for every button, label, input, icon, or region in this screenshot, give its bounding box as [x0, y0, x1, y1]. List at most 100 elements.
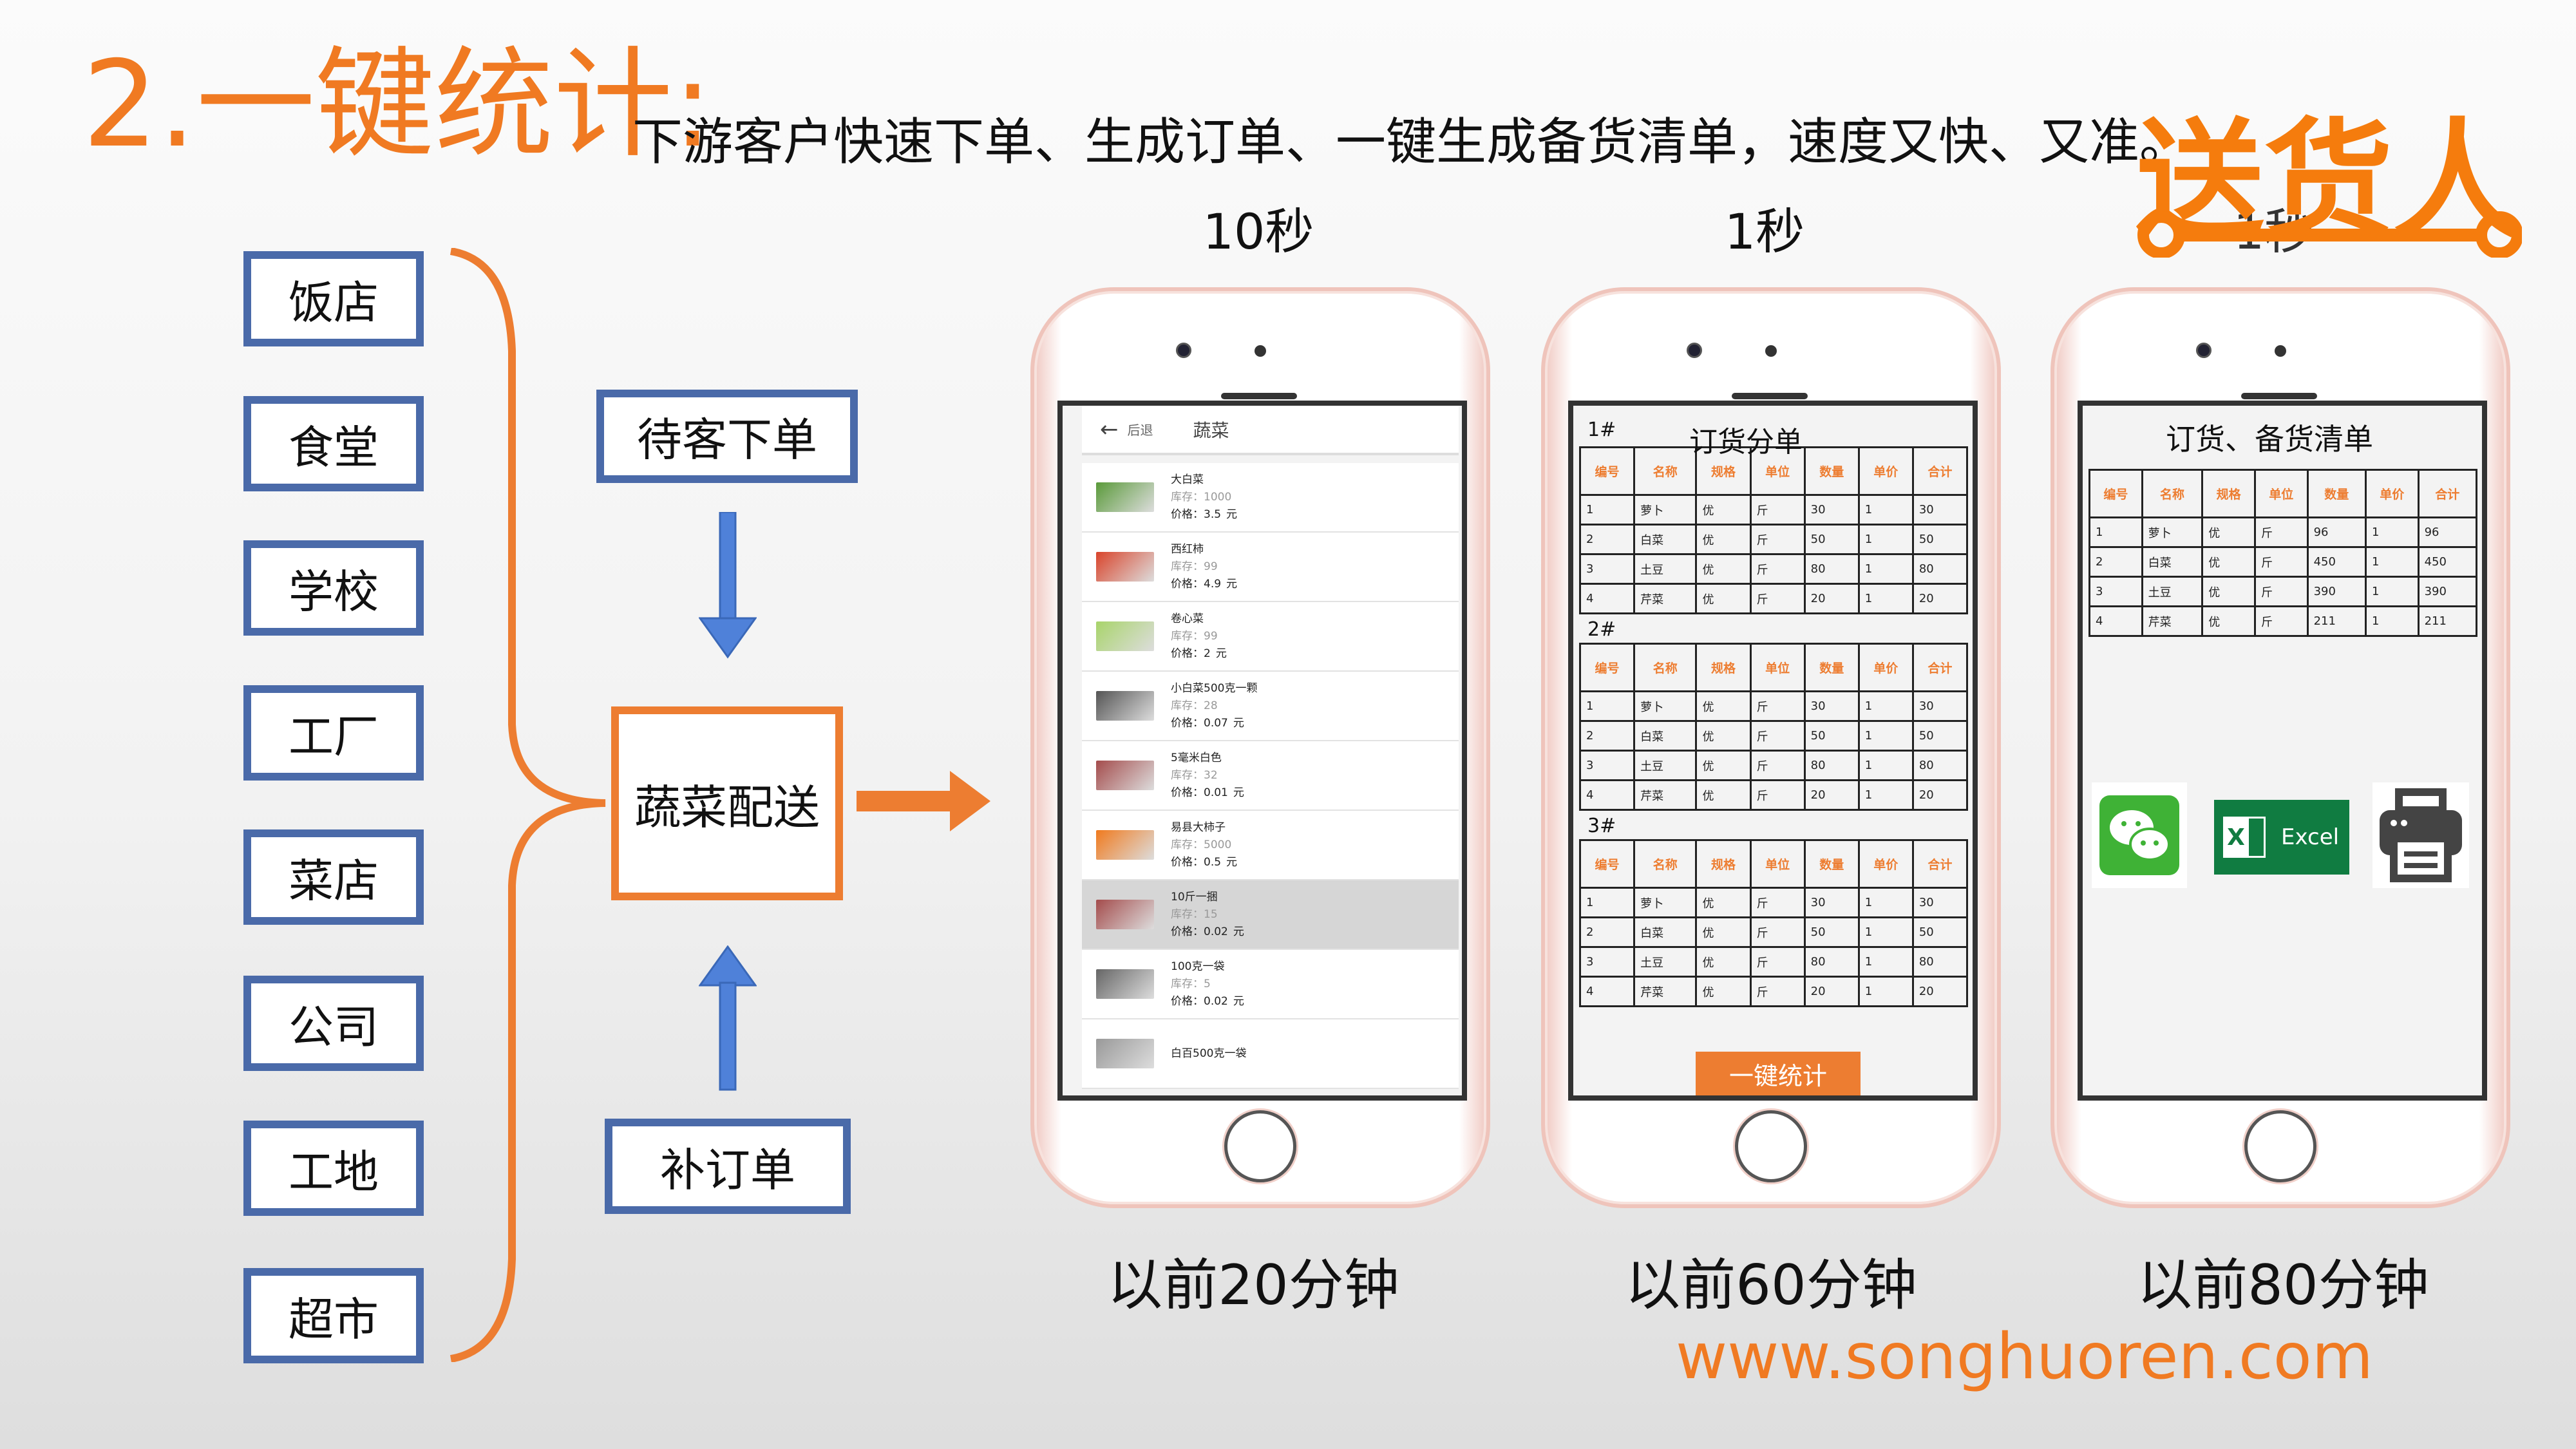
phone-screen: ← 后退 蔬菜 大白菜 库存：1000 价格：3.5 元西红柿 库存：99 价格：4.9 元…: [1057, 401, 1467, 1101]
product-price: 价格：0.5 元: [1171, 854, 1237, 871]
table-cell: 斤: [1749, 946, 1806, 978]
wechat-share-button[interactable]: [2092, 782, 2187, 888]
table-cell: 80: [1803, 946, 1860, 978]
product-list-item[interactable]: 小白菜500克一颗 库存：28 价格：0.07 元: [1082, 672, 1459, 741]
table-cell: 1: [1857, 976, 1914, 1007]
price-value: 2: [1204, 647, 1211, 660]
table-row: 1 萝卜优斤 30 1 30: [1578, 887, 1969, 918]
table-cell: 390: [2417, 576, 2478, 607]
table-row: 3 土豆优斤 80 1 80: [1578, 946, 1969, 978]
product-info: 大白菜 库存：1000 价格：3.5 元: [1171, 471, 1237, 524]
flow-box-customer-order: 待客下单: [596, 390, 858, 483]
home-button[interactable]: [2244, 1110, 2316, 1182]
table-cell: 20: [1911, 976, 1969, 1007]
table-row: 4 芹菜优斤 211 1 211: [2088, 605, 2478, 637]
table-cell: 1: [1578, 494, 1636, 526]
flow-box-vegetable-delivery: 蔬菜配送: [611, 706, 843, 900]
table-cell: 30: [1911, 690, 1969, 722]
product-price: 价格：0.01 元: [1171, 784, 1244, 802]
product-thumbnail: [1096, 969, 1154, 999]
back-arrow-icon[interactable]: ←: [1100, 417, 1119, 442]
table-cell: 斤: [1749, 887, 1806, 918]
table-cell: 优: [1695, 720, 1752, 752]
table-row: 4 芹菜优斤 20 1 20: [1578, 583, 1969, 614]
table-cell: 土豆: [1633, 750, 1698, 781]
stock-label: 库存：: [1171, 699, 1204, 712]
table-row: 1 萝卜优斤 30 1 30: [1578, 494, 1969, 526]
column-header: 编号: [1578, 446, 1636, 496]
table-cell: 萝卜: [1633, 494, 1698, 526]
table-cell: 50: [1911, 720, 1969, 752]
product-name: 小白菜500克一颗: [1171, 681, 1258, 695]
slide-subtitle: 下游客户快速下单、生成订单、一键生成备货清单，速度又快、又准。: [632, 113, 2190, 171]
stock-value: 99: [1204, 629, 1218, 643]
product-price: 价格：2 元: [1171, 645, 1227, 663]
table-cell: 3: [1578, 946, 1636, 978]
table-cell: 1: [1578, 887, 1636, 918]
stock-label: 库存：: [1171, 907, 1204, 921]
price-value: 0.02: [1204, 925, 1228, 938]
table-cell: 优: [2201, 516, 2256, 548]
table-cell: 3: [2088, 576, 2143, 607]
table-cell: 白菜: [1633, 720, 1698, 752]
product-list-item[interactable]: 大白菜 库存：1000 价格：3.5 元: [1082, 463, 1459, 533]
product-name: 白百500克一袋: [1171, 1046, 1247, 1060]
product-list-item[interactable]: 易县大柿子 库存：5000 价格：0.5 元: [1082, 811, 1459, 880]
table-cell: 优: [1695, 750, 1752, 781]
print-button[interactable]: [2372, 782, 2469, 888]
product-price: 价格：0.02 元: [1171, 923, 1244, 941]
table-cell: 萝卜: [1633, 887, 1698, 918]
product-info: 10斤一捆 库存：15 价格：0.02 元: [1171, 889, 1244, 941]
product-info: 100克一袋 库存：5 价格：0.02 元: [1171, 958, 1244, 1010]
screen-title: 订货分单: [1689, 426, 1803, 459]
table-cell: 芹菜: [1633, 976, 1698, 1007]
table-cell: 斤: [1749, 720, 1806, 752]
price-label: 价格：: [1171, 786, 1204, 799]
stock-value: 5000: [1204, 838, 1232, 851]
column-header: 规格: [2201, 469, 2256, 518]
speed-label-2: 1秒: [1724, 203, 1805, 260]
product-list-item[interactable]: 10斤一捆 库存：15 价格：0.02 元: [1082, 880, 1459, 950]
product-info: 易县大柿子 库存：5000 价格：0.5 元: [1171, 819, 1237, 871]
home-button[interactable]: [1735, 1110, 1807, 1182]
order-table: 编号 名称 规格 单位 数量 单价 合计 1 萝卜优斤 30 1 30 2 白菜优斤 50 1 50 3 土豆优斤 8…: [1578, 446, 1969, 614]
table-cell: 芹菜: [2141, 605, 2204, 637]
back-button[interactable]: 后退: [1128, 420, 1153, 439]
product-list-item[interactable]: 100克一袋 库存：5 价格：0.02 元: [1082, 950, 1459, 1019]
camera-icon: [1176, 343, 1191, 358]
product-list-item[interactable]: 5毫米白色 库存：32 价格：0.01 元: [1082, 741, 1459, 811]
table-cell: 萝卜: [2141, 516, 2204, 548]
website-link[interactable]: www.songhuoren.com: [1676, 1320, 2373, 1394]
product-list-item[interactable]: 卷心菜 库存：99 价格：2 元: [1082, 602, 1459, 672]
section-label: 1#: [1587, 419, 1616, 441]
table-row: 2 白菜优斤 50 1 50: [1578, 916, 1969, 948]
one-click-stats-button[interactable]: 一键统计: [1696, 1052, 1861, 1095]
table-header: 编号 名称 规格 单位 数量 单价 合计: [1578, 643, 1969, 692]
product-thumbnail: [1096, 691, 1154, 721]
price-label: 价格：: [1171, 577, 1204, 591]
table-cell: 斤: [1749, 690, 1806, 722]
customer-type-box: 工厂: [243, 685, 424, 781]
table-cell: 优: [2201, 546, 2256, 578]
product-thumbnail: [1096, 552, 1154, 582]
order-table: 编号 名称 规格 单位 数量 单价 合计 1 萝卜优斤 30 1 30 2 白菜优斤 50 1 50 3 土豆优斤 8…: [1578, 839, 1969, 1007]
app-header: ← 后退 蔬菜: [1082, 406, 1459, 455]
price-value: 0.01: [1204, 786, 1228, 799]
table-cell: 1: [1857, 524, 1914, 555]
table-header: 编号 名称 规格 单位 数量 单价 合计: [1578, 839, 1969, 889]
stock-label: 库存：: [1171, 838, 1204, 851]
product-name: 西红柿: [1171, 542, 1204, 556]
home-button[interactable]: [1224, 1110, 1296, 1182]
product-list-item[interactable]: 西红柿 库存：99 价格：4.9 元: [1082, 533, 1459, 602]
stock-label: 库存：: [1171, 768, 1204, 782]
product-stock: 库存：15: [1171, 906, 1244, 923]
table-cell: 4: [1578, 583, 1636, 614]
price-label: 价格：: [1171, 994, 1204, 1008]
column-header: 规格: [1695, 839, 1752, 889]
table-cell: 2: [1578, 524, 1636, 555]
table-cell: 1: [1857, 750, 1914, 781]
table-cell: 土豆: [2141, 576, 2204, 607]
column-header: 合计: [1911, 839, 1969, 889]
excel-export-button[interactable]: X Excel: [2214, 800, 2349, 875]
product-list-item[interactable]: 白百500克一袋: [1082, 1019, 1459, 1089]
